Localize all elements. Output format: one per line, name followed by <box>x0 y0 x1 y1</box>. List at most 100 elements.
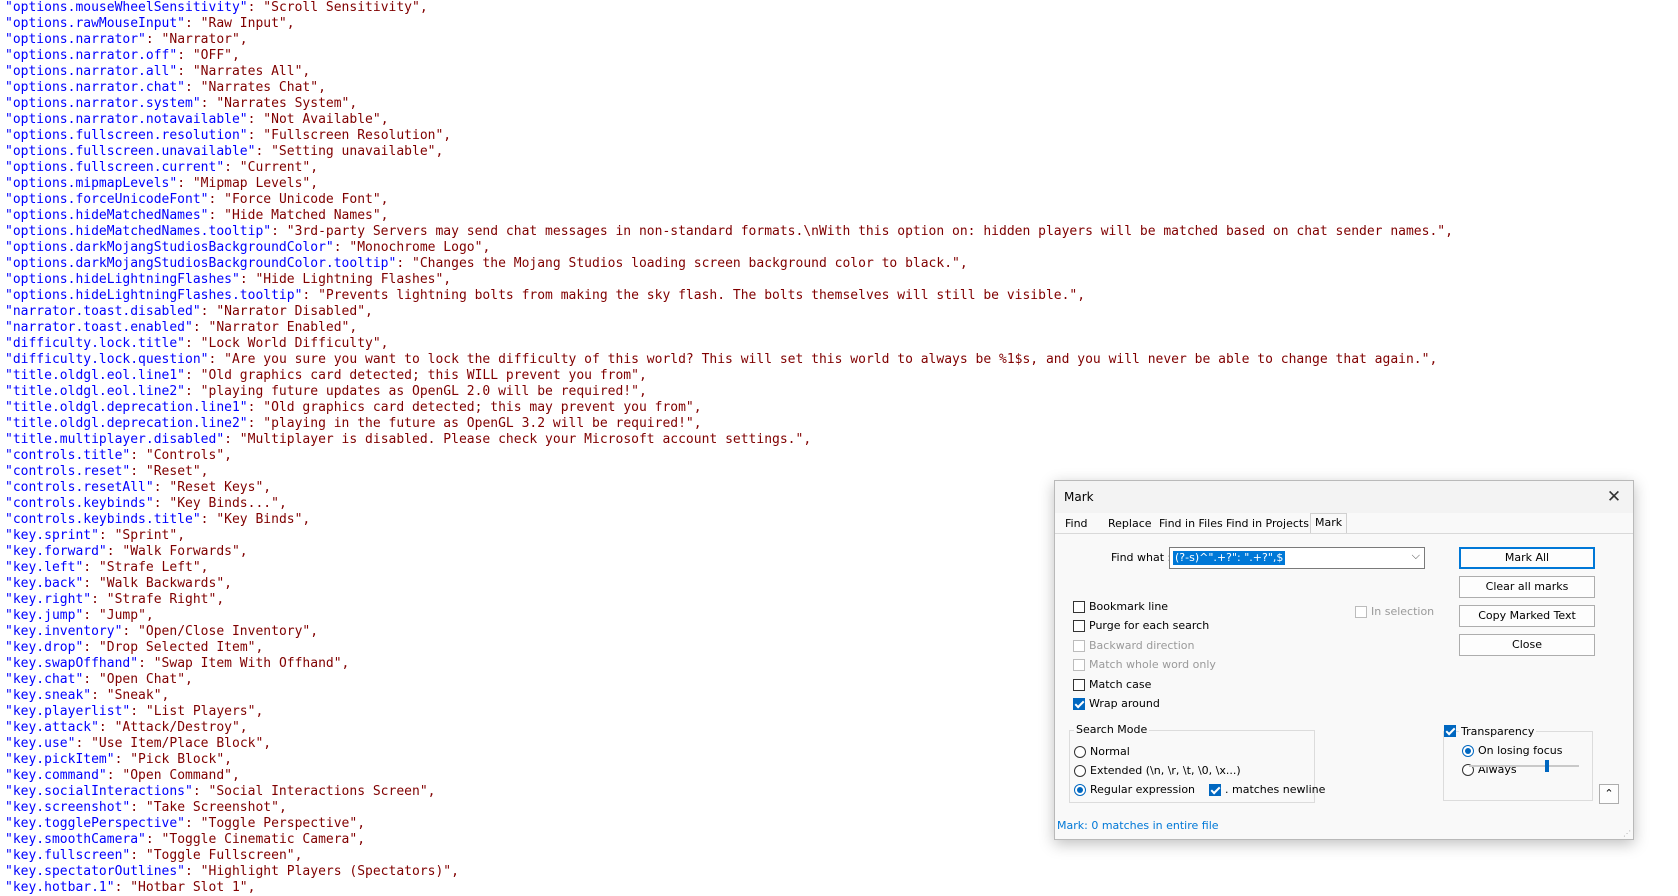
json-value: : "Mipmap Levels", <box>177 176 319 191</box>
on-losing-focus-label: On losing focus <box>1478 744 1563 757</box>
matches-newline-checkbox[interactable] <box>1209 784 1221 796</box>
resize-grip-icon[interactable]: ⋰ <box>1623 829 1631 838</box>
code-line[interactable]: "title.oldgl.deprecation.line2": "playin… <box>0 416 1678 432</box>
normal-radio[interactable] <box>1074 746 1086 758</box>
wrap-around-checkbox[interactable] <box>1073 698 1085 710</box>
match-case-label: Match case <box>1089 678 1152 691</box>
code-line[interactable]: "difficulty.lock.question": "Are you sur… <box>0 352 1678 368</box>
json-value: : "Current", <box>224 160 319 175</box>
json-key: "options.narrator.system" <box>5 96 201 111</box>
code-line[interactable]: "options.fullscreen.resolution": "Fullsc… <box>0 128 1678 144</box>
json-key: "options.narrator.chat" <box>5 80 186 95</box>
clear-all-marks-button[interactable]: Clear all marks <box>1459 576 1595 598</box>
json-key: "key.spectatorOutlines" <box>5 864 186 879</box>
code-line[interactable]: "options.hideMatchedNames": "Hide Matche… <box>0 208 1678 224</box>
code-line[interactable]: "options.mouseWheelSensitivity": "Scroll… <box>0 0 1678 16</box>
code-line[interactable]: "title.multiplayer.disabled": "Multiplay… <box>0 432 1678 448</box>
tab-find-in-files[interactable]: Find in Files <box>1155 515 1227 533</box>
code-line[interactable]: "difficulty.lock.title": "Lock World Dif… <box>0 336 1678 352</box>
code-line[interactable]: "options.rawMouseInput": "Raw Input", <box>0 16 1678 32</box>
code-line[interactable]: "options.narrator": "Narrator", <box>0 32 1678 48</box>
code-line[interactable]: "options.fullscreen.unavailable": "Setti… <box>0 144 1678 160</box>
code-line[interactable]: "key.fullscreen": "Toggle Fullscreen", <box>0 848 1678 864</box>
tab-find[interactable]: Find <box>1061 515 1092 533</box>
tab-find-in-projects[interactable]: Find in Projects <box>1222 515 1313 533</box>
dialog-title: Mark <box>1064 490 1094 504</box>
json-value: : "Setting unavailable", <box>255 144 444 159</box>
json-key: "key.forward" <box>5 544 107 559</box>
code-line[interactable]: "narrator.toast.disabled": "Narrator Dis… <box>0 304 1678 320</box>
mark-all-button[interactable]: Mark All <box>1459 547 1595 569</box>
code-line[interactable]: "options.narrator.chat": "Narrates Chat"… <box>0 80 1678 96</box>
code-line[interactable]: "narrator.toast.enabled": "Narrator Enab… <box>0 320 1678 336</box>
chevron-down-icon[interactable]: ⌵ <box>1412 549 1420 563</box>
code-line[interactable]: "key.spectatorOutlines": "Highlight Play… <box>0 864 1678 880</box>
json-key: "options.hideMatchedNames" <box>5 208 209 223</box>
on-losing-focus-radio[interactable] <box>1462 745 1474 757</box>
json-key: "title.oldgl.eol.line2" <box>5 384 186 399</box>
json-value: : "Hotbar Slot 1", <box>114 880 256 895</box>
extended-radio[interactable] <box>1074 765 1086 777</box>
chevron-up-icon[interactable]: ⌃ <box>1599 784 1619 804</box>
json-key: "options.rawMouseInput" <box>5 16 186 31</box>
code-line[interactable]: "options.hideLightningFlashes.tooltip": … <box>0 288 1678 304</box>
close-icon[interactable]: ✕ <box>1603 486 1625 508</box>
code-line[interactable]: "options.fullscreen.current": "Current", <box>0 160 1678 176</box>
json-value: : "Narrator", <box>145 32 248 47</box>
search-mode-title: Search Mode <box>1074 723 1150 736</box>
json-key: "difficulty.lock.title" <box>5 336 186 351</box>
matches-newline-label: . matches newline <box>1225 783 1326 796</box>
json-value: : "Walk Forwards", <box>106 544 248 559</box>
code-line[interactable]: "controls.reset": "Reset", <box>0 464 1678 480</box>
code-line[interactable]: "options.narrator.all": "Narrates All", <box>0 64 1678 80</box>
json-key: "key.sprint" <box>5 528 99 543</box>
code-line[interactable]: "options.hideMatchedNames.tooltip": "3rd… <box>0 224 1678 240</box>
code-line[interactable]: "title.oldgl.eol.line1": "Old graphics c… <box>0 368 1678 384</box>
code-line[interactable]: "key.hotbar.1": "Hotbar Slot 1", <box>0 880 1678 896</box>
json-key: "options.forceUnicodeFont" <box>5 192 209 207</box>
code-line[interactable]: "options.narrator.system": "Narrates Sys… <box>0 96 1678 112</box>
close-button[interactable]: Close <box>1459 634 1595 656</box>
copy-marked-text-button[interactable]: Copy Marked Text <box>1459 605 1595 627</box>
code-line[interactable]: "options.hideLightningFlashes": "Hide Li… <box>0 272 1678 288</box>
json-value: : "Key Binds", <box>200 512 311 527</box>
code-line[interactable]: "options.forceUnicodeFont": "Force Unico… <box>0 192 1678 208</box>
tab-mark[interactable]: Mark <box>1310 513 1348 534</box>
transparency-slider[interactable] <box>1469 760 1579 772</box>
wrap-around-label: Wrap around <box>1089 697 1160 710</box>
json-value: : "List Players", <box>130 704 264 719</box>
normal-label: Normal <box>1090 745 1130 758</box>
transparency-checkbox[interactable] <box>1444 725 1456 737</box>
code-line[interactable]: "controls.title": "Controls", <box>0 448 1678 464</box>
json-value: : "Old graphics card detected; this may … <box>247 400 702 415</box>
bookmark-line-checkbox[interactable] <box>1073 601 1085 613</box>
json-value: : "Use Item/Place Block", <box>75 736 272 751</box>
code-line[interactable]: "options.darkMojangStudiosBackgroundColo… <box>0 256 1678 272</box>
json-key: "controls.keybinds" <box>5 496 154 511</box>
json-value: : "Pick Block", <box>114 752 232 767</box>
json-key: "key.chat" <box>5 672 84 687</box>
code-line[interactable]: "options.mipmapLevels": "Mipmap Levels", <box>0 176 1678 192</box>
json-value: : "Walk Backwards", <box>83 576 232 591</box>
json-value: : "OFF", <box>177 48 240 63</box>
tab-replace[interactable]: Replace <box>1104 515 1156 533</box>
regex-radio[interactable] <box>1074 784 1086 796</box>
json-key: "key.command" <box>5 768 107 783</box>
find-what-input[interactable]: (?-s)^".+?": ".+?",$ ⌵ <box>1169 547 1425 569</box>
bookmark-line-label: Bookmark line <box>1089 600 1169 613</box>
json-key: "narrator.toast.enabled" <box>5 320 193 335</box>
json-key: "options.mouseWheelSensitivity" <box>5 0 248 15</box>
json-key: "key.inventory" <box>5 624 123 639</box>
json-value: : "Open Chat", <box>83 672 193 687</box>
code-line[interactable]: "title.oldgl.eol.line2": "playing future… <box>0 384 1678 400</box>
json-key: "key.jump" <box>5 608 84 623</box>
json-key: "options.hideMatchedNames.tooltip" <box>5 224 272 239</box>
code-line[interactable]: "title.oldgl.deprecation.line1": "Old gr… <box>0 400 1678 416</box>
code-line[interactable]: "options.narrator.off": "OFF", <box>0 48 1678 64</box>
slider-thumb[interactable] <box>1545 760 1549 772</box>
json-value: : "Lock World Difficulty", <box>185 336 389 351</box>
match-case-checkbox[interactable] <box>1073 679 1085 691</box>
purge-checkbox[interactable] <box>1073 620 1085 632</box>
code-line[interactable]: "options.darkMojangStudiosBackgroundColo… <box>0 240 1678 256</box>
code-line[interactable]: "options.narrator.notavailable": "Not Av… <box>0 112 1678 128</box>
